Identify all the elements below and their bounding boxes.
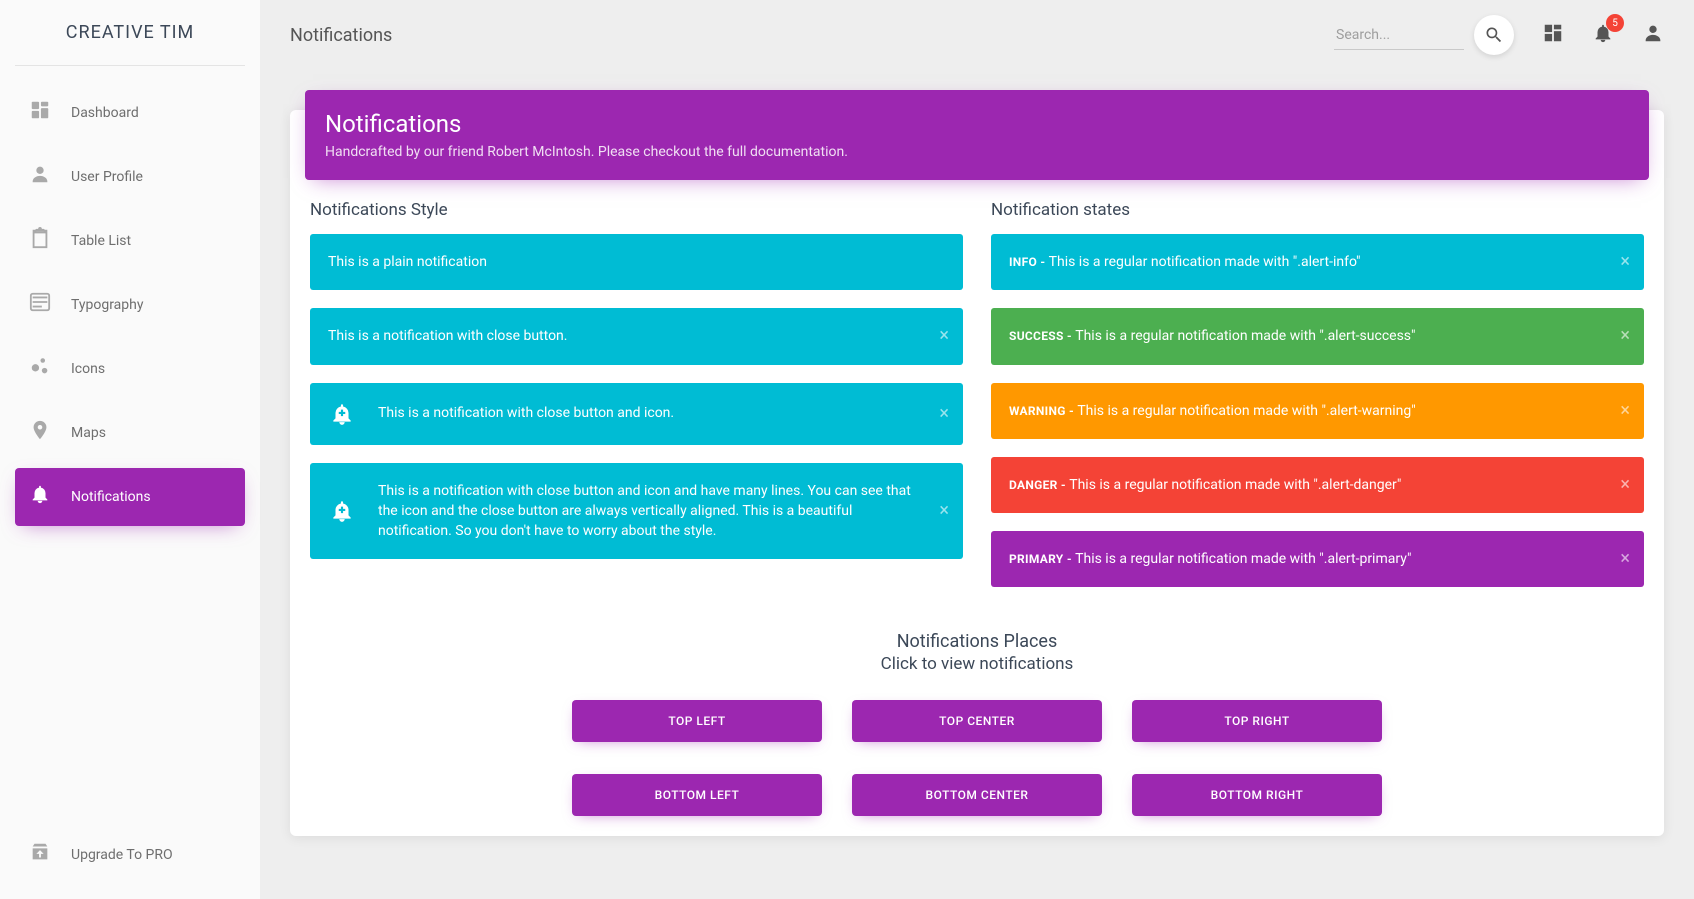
location-icon: [27, 419, 53, 447]
topbar-dashboard-icon[interactable]: [1542, 22, 1564, 48]
alert-text: This is a notification with close button…: [378, 481, 925, 542]
topbar-notifications-icon[interactable]: 5: [1592, 22, 1614, 48]
unarchive-icon: [27, 841, 53, 869]
close-icon[interactable]: ×: [939, 502, 949, 520]
sidebar-nav: Dashboard User Profile Table List Typogr…: [15, 84, 245, 526]
sidebar-item-label: Notifications: [71, 489, 151, 505]
close-icon[interactable]: ×: [939, 327, 949, 345]
sidebar-item-typography[interactable]: Typography: [15, 276, 245, 334]
main-content: Notifications 5: [260, 0, 1694, 899]
clipboard-icon: [27, 227, 53, 255]
bell-icon: [27, 483, 53, 511]
close-icon[interactable]: ×: [1620, 402, 1630, 420]
card-title: Notifications: [325, 110, 1629, 138]
places-subtitle: Click to view notifications: [310, 654, 1644, 674]
author-link[interactable]: Robert McIntosh: [487, 144, 591, 160]
sidebar-item-user-profile[interactable]: User Profile: [15, 148, 245, 206]
alert-state-danger: DANGER - This is a regular notification …: [991, 457, 1644, 513]
library-books-icon: [27, 291, 53, 319]
notifications-style-column: Notifications Style This is a plain noti…: [310, 200, 963, 605]
user-icon: [1642, 22, 1664, 44]
add-alert-icon: [328, 401, 356, 427]
alert-state-info: INFO - This is a regular notification ma…: [991, 234, 1644, 290]
section-title: Notifications Style: [310, 200, 963, 220]
close-icon[interactable]: ×: [1620, 327, 1630, 345]
sidebar-item-notifications[interactable]: Notifications: [15, 468, 245, 526]
sidebar-item-label: Table List: [71, 233, 131, 249]
brand-logo[interactable]: CREATIVE TIM: [15, 0, 245, 66]
card-header: Notifications Handcrafted by our friend …: [305, 90, 1649, 180]
sidebar-item-maps[interactable]: Maps: [15, 404, 245, 462]
sidebar-item-label: Maps: [71, 425, 106, 441]
search-button[interactable]: [1474, 15, 1514, 55]
notification-states-column: Notification states INFO - This is a reg…: [991, 200, 1644, 605]
close-icon[interactable]: ×: [1620, 550, 1630, 568]
documentation-link[interactable]: full documentation: [727, 144, 844, 160]
notification-places: Notifications Places Click to view notif…: [310, 631, 1644, 816]
topbar-user-icon[interactable]: [1642, 22, 1664, 48]
search-icon: [1484, 25, 1504, 45]
section-title: Notification states: [991, 200, 1644, 220]
sidebar-item-icons[interactable]: Icons: [15, 340, 245, 398]
alert-tag: SUCCESS -: [1009, 329, 1075, 343]
sidebar: CREATIVE TIM Dashboard User Profile Tabl…: [0, 0, 260, 899]
sidebar-item-table-list[interactable]: Table List: [15, 212, 245, 270]
dashboard-icon: [27, 99, 53, 127]
notification-badge: 5: [1606, 14, 1624, 32]
page-title: Notifications: [290, 25, 392, 46]
alert-state-success: SUCCESS - This is a regular notification…: [991, 308, 1644, 364]
alert-text: This is a notification with close button…: [378, 403, 925, 423]
place-bottom-center-button[interactable]: BOTTOM CENTER: [852, 774, 1102, 816]
alert-text: This is a regular notification made with…: [1077, 403, 1415, 419]
card-subtitle: Handcrafted by our friend Robert McIntos…: [325, 144, 1629, 160]
alert-state-warning: WARNING - This is a regular notification…: [991, 383, 1644, 439]
sidebar-item-label: Icons: [71, 361, 105, 377]
alert-with-icon: This is a notification with close button…: [310, 383, 963, 445]
place-bottom-right-button[interactable]: BOTTOM RIGHT: [1132, 774, 1382, 816]
alert-text: This is a plain notification: [328, 252, 925, 272]
sidebar-item-dashboard[interactable]: Dashboard: [15, 84, 245, 142]
alert-state-primary: PRIMARY - This is a regular notification…: [991, 531, 1644, 587]
bubble-chart-icon: [27, 355, 53, 383]
alert-text: This is a regular notification made with…: [1069, 477, 1401, 493]
place-top-left-button[interactable]: TOP LEFT: [572, 700, 822, 742]
sidebar-upgrade-label: Upgrade To PRO: [71, 847, 173, 863]
search-input[interactable]: [1334, 21, 1464, 50]
sidebar-item-label: Dashboard: [71, 105, 139, 121]
alert-text: This is a regular notification made with…: [1075, 551, 1411, 567]
place-top-center-button[interactable]: TOP CENTER: [852, 700, 1102, 742]
sidebar-upgrade-link[interactable]: Upgrade To PRO: [15, 826, 245, 884]
alert-text: This is a notification with close button…: [328, 326, 925, 346]
alert-plain: This is a plain notification: [310, 234, 963, 290]
user-icon: [27, 163, 53, 191]
alert-multiline: This is a notification with close button…: [310, 463, 963, 560]
alert-tag: DANGER -: [1009, 478, 1069, 492]
close-icon[interactable]: ×: [939, 405, 949, 423]
alert-with-close: This is a notification with close button…: [310, 308, 963, 364]
alert-text: This is a regular notification made with…: [1075, 328, 1415, 344]
alert-text: This is a regular notification made with…: [1049, 254, 1361, 270]
close-icon[interactable]: ×: [1620, 253, 1630, 271]
sidebar-item-label: User Profile: [71, 169, 143, 185]
top-bar: Notifications 5: [290, 0, 1664, 70]
sidebar-item-label: Typography: [71, 297, 143, 313]
place-top-right-button[interactable]: TOP RIGHT: [1132, 700, 1382, 742]
close-icon[interactable]: ×: [1620, 476, 1630, 494]
place-bottom-left-button[interactable]: BOTTOM LEFT: [572, 774, 822, 816]
notifications-card: Notifications Handcrafted by our friend …: [290, 110, 1664, 836]
add-alert-icon: [328, 498, 356, 524]
alert-tag: INFO -: [1009, 255, 1049, 269]
places-title: Notifications Places: [310, 631, 1644, 652]
alert-tag: WARNING -: [1009, 404, 1077, 418]
alert-tag: PRIMARY -: [1009, 552, 1075, 566]
